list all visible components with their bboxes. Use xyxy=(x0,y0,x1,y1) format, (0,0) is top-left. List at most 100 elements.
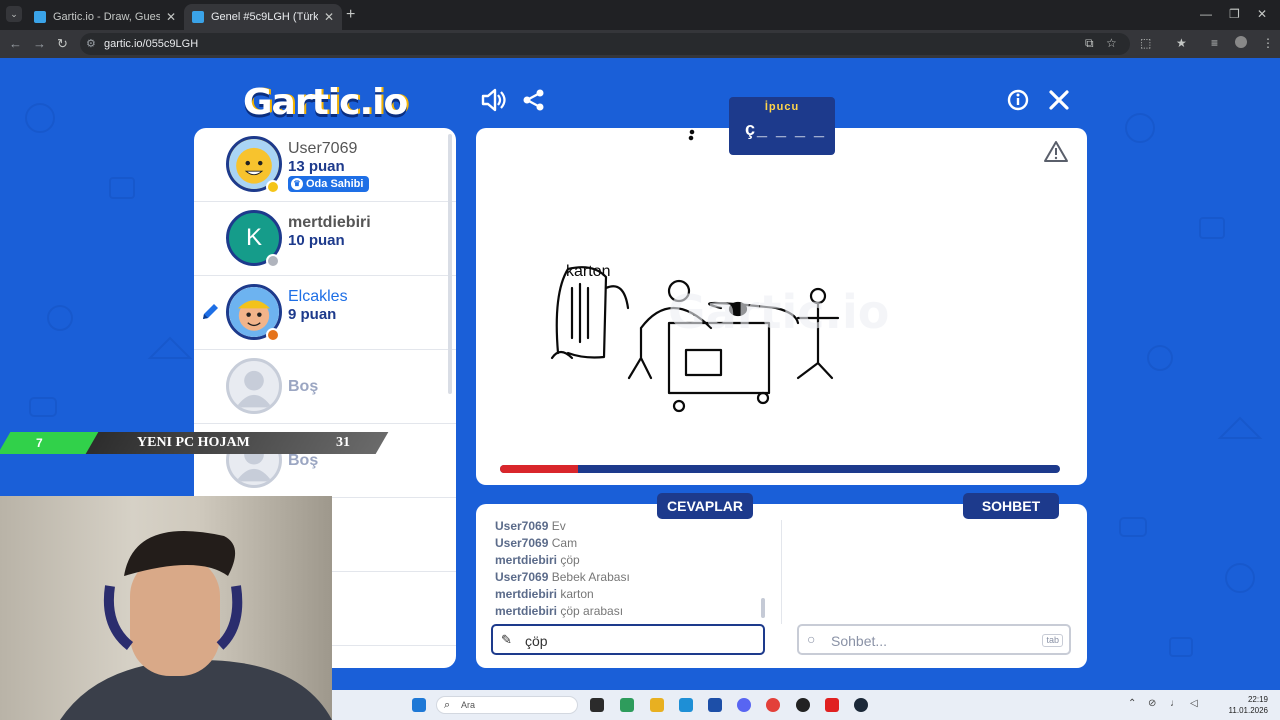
info-icon[interactable] xyxy=(1007,89,1029,111)
chat-input[interactable]: ○ Sohbet... tab xyxy=(797,624,1071,655)
player-score: 9 puan xyxy=(288,306,337,323)
site-info-icon[interactable]: ⚙ xyxy=(86,37,96,50)
panel-divider xyxy=(781,520,782,624)
widgets-icon[interactable] xyxy=(620,698,634,712)
answer-input-value: çöp xyxy=(525,633,548,649)
player-name: Boş xyxy=(288,378,319,395)
bookmarks-icon[interactable]: ★ xyxy=(1176,36,1187,50)
player-row-empty: Boş xyxy=(194,350,456,424)
answer-text: Cam xyxy=(551,536,578,550)
chat-bubble-icon: ○ xyxy=(807,631,816,647)
taskbar-clock[interactable]: 22:19 11.01.2026 xyxy=(1202,694,1268,716)
window-close-icon[interactable]: ✕ xyxy=(1257,7,1267,21)
gartic-logo[interactable]: Gartic.io xyxy=(243,82,408,123)
player-row[interactable]: Elcakles 9 puan xyxy=(194,276,456,350)
network-icon[interactable]: ⊘ xyxy=(1148,698,1156,709)
crown-icon: ♛ xyxy=(291,178,303,190)
overlay-player-name: YENI PC HOJAM xyxy=(137,435,250,450)
status-dot xyxy=(266,328,280,342)
maximize-icon[interactable]: ❐ xyxy=(1229,7,1240,21)
pencil-drawing-icon xyxy=(203,304,218,319)
round-timer-fill xyxy=(500,465,579,473)
browser-tab-active[interactable]: Genel #5c9LGH (Türkçe) - Gartic ✕ xyxy=(184,4,342,30)
chrome-icon[interactable] xyxy=(766,698,780,712)
tab-search-menu-icon[interactable]: ⌄ xyxy=(6,6,22,22)
edge-icon[interactable] xyxy=(679,698,693,712)
forward-icon[interactable]: → xyxy=(33,36,46,51)
share-icon[interactable] xyxy=(522,88,546,112)
url-text: gartic.io/055c9LGH xyxy=(104,38,199,50)
pencil-icon: ✎ xyxy=(501,632,512,647)
gartic-favicon-icon xyxy=(192,11,204,23)
search-icon: ⌕ xyxy=(444,699,451,711)
badge-label: Oda Sahibi xyxy=(306,178,364,190)
room-owner-badge: ♛ Oda Sahibi xyxy=(288,176,370,192)
list-item: mertdiebiri çöp arabası xyxy=(495,603,755,620)
back-icon[interactable]: ← xyxy=(9,36,22,51)
tab-answers[interactable]: CEVAPLAR xyxy=(657,493,753,519)
extensions-icon[interactable]: ⬚ xyxy=(1140,36,1151,50)
task-view-icon[interactable] xyxy=(590,698,604,712)
list-item: User7069 Ev xyxy=(495,518,755,535)
hint-label: İpucu xyxy=(764,101,800,113)
chat-placeholder: Sohbet... xyxy=(831,633,888,649)
players-scrollbar[interactable] xyxy=(448,134,452,394)
player-row[interactable]: User7069 13 puan ♛ Oda Sahibi xyxy=(194,128,456,202)
browser-tab-bar: ⌄ Gartic.io - Draw, Guess, WIN ✕ Genel #… xyxy=(0,0,1280,30)
answers-scrollbar[interactable] xyxy=(761,598,765,618)
volume-icon[interactable]: ◁ xyxy=(1190,698,1198,709)
start-menu-icon[interactable] xyxy=(412,698,426,712)
tab-title: Genel #5c9LGH (Türkçe) - Gartic xyxy=(211,11,318,23)
profile-avatar-icon[interactable] xyxy=(1235,36,1247,48)
hint-word: ç_ _ _ _ xyxy=(745,119,827,139)
player-row[interactable]: K mertdiebiri 10 puan xyxy=(194,202,456,276)
answer-text: Ev xyxy=(551,519,566,533)
answer-user: mertdiebiri xyxy=(495,553,558,567)
install-app-icon[interactable]: ⧉ xyxy=(1085,36,1094,51)
sound-icon[interactable] xyxy=(480,88,508,112)
drawing-canvas[interactable]: karton Gartic.io xyxy=(476,128,1087,485)
answer-user: User7069 xyxy=(495,536,549,550)
webcam-feed xyxy=(0,496,332,720)
round-timer-bar xyxy=(500,465,1060,473)
address-bar[interactable]: ⚙ gartic.io/055c9LGH xyxy=(80,33,1130,55)
new-tab-icon[interactable]: + xyxy=(346,6,355,24)
answer-text: çöp arabası xyxy=(560,604,624,618)
overlay-score: 31 xyxy=(336,435,350,450)
player-name: User7069 xyxy=(288,140,358,157)
taskbar-search[interactable]: ⌕ Ara xyxy=(436,696,578,714)
answer-input[interactable]: ✎ çöp xyxy=(491,624,765,655)
empty-avatar xyxy=(226,358,282,414)
gartic-favicon-icon xyxy=(34,11,46,23)
rank-number: 7 xyxy=(36,436,43,450)
file-explorer-icon[interactable] xyxy=(650,698,664,712)
exit-room-icon[interactable] xyxy=(1048,89,1070,111)
tray-chevron-icon[interactable]: ⌃ xyxy=(1128,698,1136,709)
tab-chat[interactable]: SOHBET xyxy=(963,493,1059,519)
minimize-icon[interactable]: — xyxy=(1200,7,1212,21)
canvas-watermark: Gartic.io xyxy=(668,285,889,339)
obs-icon[interactable] xyxy=(796,698,810,712)
player-name: Elcakles xyxy=(288,288,348,305)
answer-user: mertdiebiri xyxy=(495,604,558,618)
tab-close-icon[interactable]: ✕ xyxy=(166,10,176,24)
discord-icon[interactable] xyxy=(737,698,751,712)
hint-box: İpucu ç_ _ _ _ xyxy=(729,97,835,155)
microphone-icon[interactable]: ♩ xyxy=(1170,698,1180,709)
reload-icon[interactable]: ↻ xyxy=(57,36,68,52)
player-name: mertdiebiri xyxy=(288,214,371,231)
tab-close-icon[interactable]: ✕ xyxy=(324,10,334,24)
stream-score-banner: 7 YENI PC HOJAM 31 xyxy=(0,432,389,454)
media-controls-icon[interactable]: ≡ xyxy=(1211,36,1218,50)
player-score: 10 puan xyxy=(288,232,345,249)
tab-key-hint: tab xyxy=(1042,634,1063,647)
steam-icon[interactable] xyxy=(854,698,868,712)
youtube-icon[interactable] xyxy=(825,698,839,712)
list-item: User7069 Bebek Arabası xyxy=(495,569,755,586)
browser-menu-icon[interactable]: ⋮ xyxy=(1262,36,1274,50)
browser-tab[interactable]: Gartic.io - Draw, Guess, WIN ✕ xyxy=(26,4,184,30)
bookmark-star-icon[interactable]: ☆ xyxy=(1106,36,1117,50)
tab-title: Gartic.io - Draw, Guess, WIN xyxy=(53,11,160,23)
store-icon[interactable] xyxy=(708,698,722,712)
list-item: User7069 Cam xyxy=(495,535,755,552)
